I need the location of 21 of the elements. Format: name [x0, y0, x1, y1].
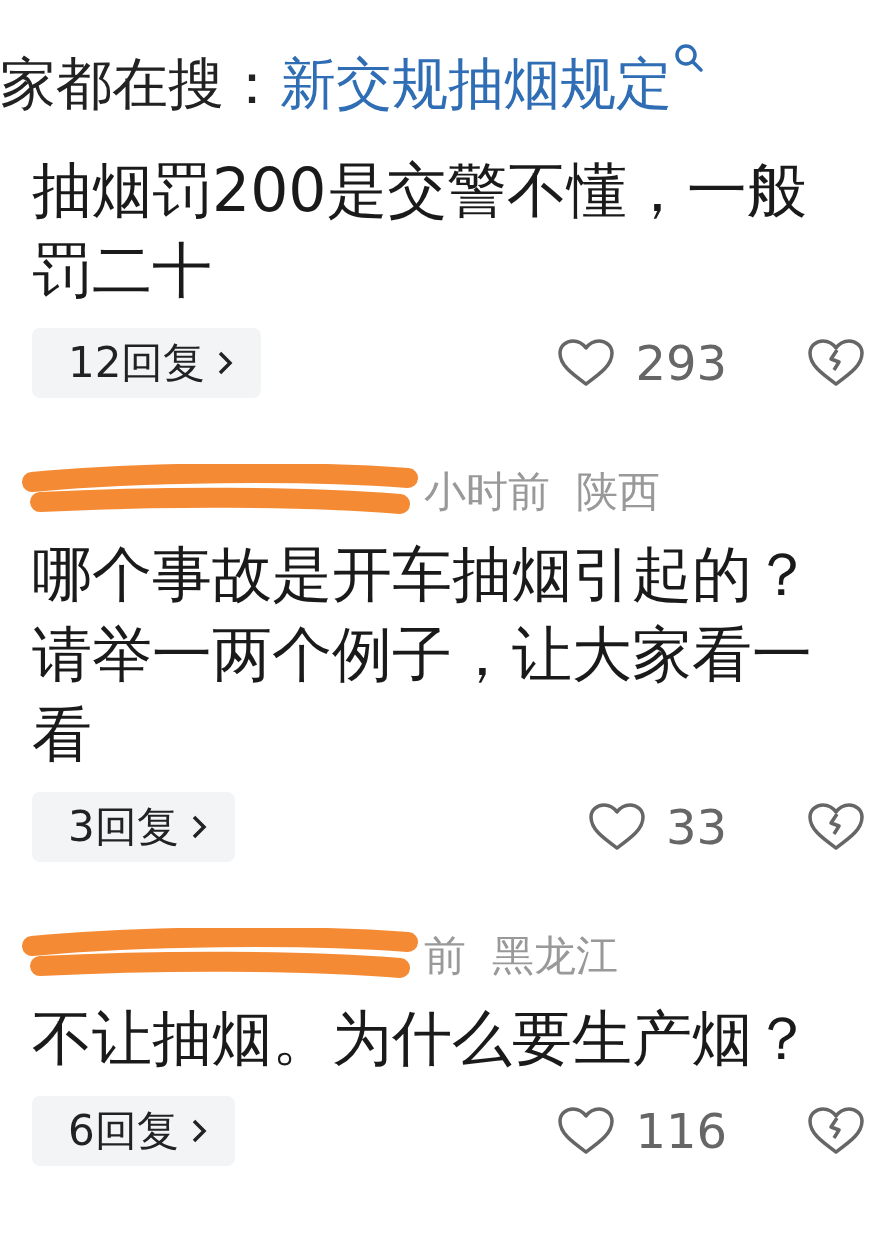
- like-icon[interactable]: [557, 338, 616, 388]
- dislike-icon[interactable]: [807, 338, 865, 388]
- comment-text: 不让抽烟。为什么要生产烟？: [32, 1002, 813, 1075]
- hot-search-link[interactable]: 新交规抽烟规定: [280, 47, 708, 123]
- comment-text: 抽烟罚200是交警不懂，一般罚二十: [32, 154, 808, 307]
- comment-time: 小时前: [424, 466, 550, 518]
- like-count: 33: [665, 799, 727, 855]
- replies-button[interactable]: 6回复: [32, 1096, 235, 1166]
- like-count: 293: [635, 335, 727, 391]
- like-count: 116: [635, 1103, 727, 1159]
- dislike-icon[interactable]: [807, 802, 865, 852]
- replies-button[interactable]: 12回复: [32, 328, 262, 398]
- hot-search-label: 家都在搜：: [0, 50, 280, 118]
- comment-location: 陕西: [576, 466, 660, 518]
- like-icon[interactable]: [587, 802, 646, 852]
- replies-button[interactable]: 3回复: [32, 792, 235, 862]
- comment-location: 黑龙江: [492, 930, 618, 982]
- comment-text: 哪个事故是开车抽烟引起的？请举一两个例子，让大家看一看: [32, 538, 813, 771]
- dislike-icon[interactable]: [807, 1106, 865, 1156]
- comment-time: 前: [424, 930, 466, 982]
- like-icon[interactable]: [557, 1106, 616, 1156]
